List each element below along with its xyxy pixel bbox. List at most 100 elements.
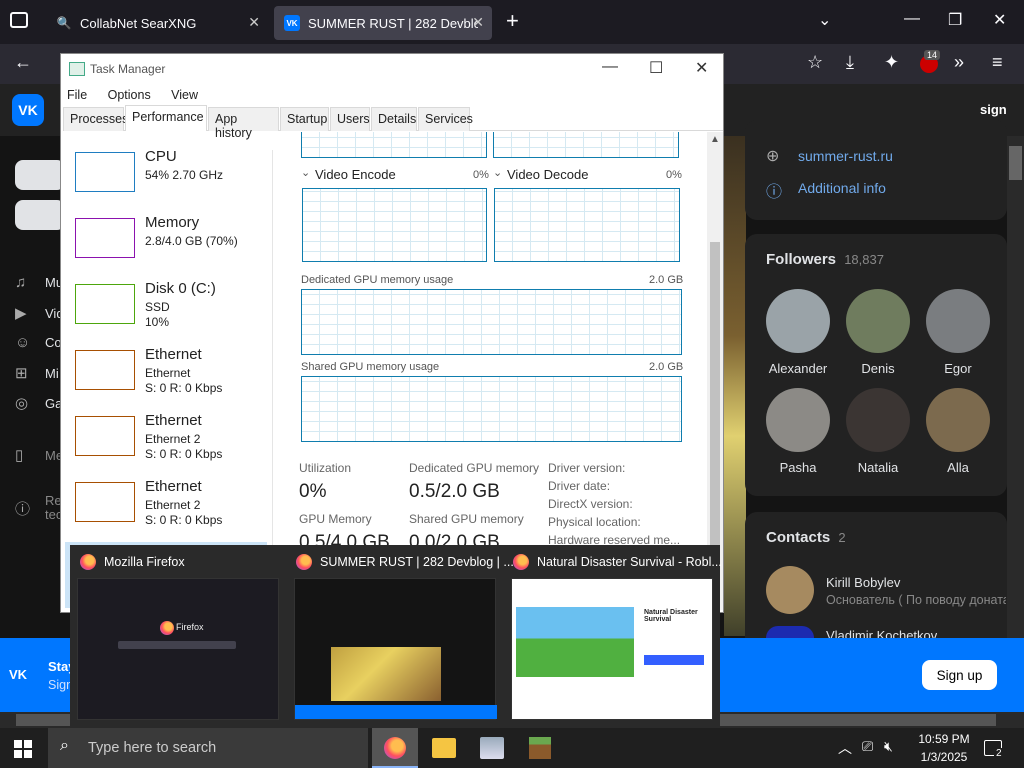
resource-list: CPU 54% 2.70 GHz Memory 2.8/4.0 GB (70%) Dis… xyxy=(61,132,273,612)
scroll-up-icon[interactable]: ▲ xyxy=(710,134,720,145)
tab-performance[interactable]: Performance xyxy=(125,105,207,131)
sidebar-item-games[interactable]: ◎ Ga xyxy=(15,394,62,412)
maximize-icon[interactable]: ☐ xyxy=(649,58,663,78)
overflow-icon[interactable]: » xyxy=(954,52,964,73)
sign-up-button[interactable]: Sign up xyxy=(922,660,997,690)
extensions-icon[interactable]: ✦ xyxy=(884,52,899,73)
tab-searxng[interactable]: 🔍 CollabNet SearXNG ✕ xyxy=(46,6,268,40)
follower-item[interactable]: Egor xyxy=(918,289,998,376)
tab-app-history[interactable]: App history xyxy=(208,107,279,140)
follower-name: Denis xyxy=(861,361,895,376)
sidebar-item-communities[interactable]: ☺ Co xyxy=(15,334,62,351)
taskbar-search-box[interactable]: ⌕ Type here to search xyxy=(48,728,368,768)
resource-ethernet[interactable]: Ethernet Ethernet S: 0 R: 0 Kbps xyxy=(61,344,271,410)
avatar[interactable] xyxy=(766,566,814,614)
taskbar-firefox-button[interactable] xyxy=(372,728,418,768)
firefox-icon xyxy=(160,621,174,635)
phone-icon: ▯ xyxy=(15,447,24,464)
network-icon[interactable]: ⎚ xyxy=(862,738,873,755)
tab-processes[interactable]: Processes xyxy=(63,107,128,131)
clock-time[interactable]: 10:59 PM xyxy=(914,732,974,746)
resource-detail-line: S: 0 R: 0 Kbps xyxy=(145,513,223,527)
bookmark-star-icon[interactable]: ☆ xyxy=(807,52,823,73)
sidebar-button[interactable] xyxy=(15,200,65,230)
followers-title[interactable]: Followers 18,837 xyxy=(766,251,884,268)
resource-ethernet[interactable]: Ethernet Ethernet 2 S: 0 R: 0 Kbps xyxy=(61,410,271,476)
minecraft-icon[interactable] xyxy=(529,737,551,759)
chevron-up-icon[interactable]: ︿ xyxy=(838,738,852,758)
page-scrollbar[interactable] xyxy=(1007,136,1024,638)
follower-item[interactable]: Natalia xyxy=(838,388,918,475)
scrollbar-thumb[interactable] xyxy=(710,242,720,592)
dedicated-memory-graph xyxy=(301,289,682,355)
tab-list-icon[interactable] xyxy=(10,12,28,28)
tab-users[interactable]: Users xyxy=(330,107,370,131)
sidebar-item-video[interactable]: ▶ Vid xyxy=(15,304,64,322)
site-link[interactable]: summer-rust.ru xyxy=(798,148,893,164)
resource-details: Ethernet 2 S: 0 R: 0 Kbps xyxy=(145,432,222,462)
follower-item[interactable]: Pasha xyxy=(758,388,838,475)
preview-thumbnail-firefox[interactable]: Firefox xyxy=(77,578,279,720)
resource-disk-0-c[interactable]: Disk 0 (C:) SSD 10% xyxy=(61,278,271,344)
directx-version-label: DirectX version: xyxy=(548,497,633,511)
menu-icon[interactable]: ≡ xyxy=(992,52,1003,73)
firefox-wordmark: Firefox xyxy=(176,622,204,632)
dedicated-memory-stat-label: Dedicated GPU memory xyxy=(409,461,540,475)
video-encode-label[interactable]: Video Encode xyxy=(315,167,396,182)
preview-title-roblox[interactable]: Natural Disaster Survival - Robl... xyxy=(513,554,722,570)
chevron-down-icon[interactable]: ⌄ xyxy=(493,166,502,179)
sign-in-link[interactable]: sign xyxy=(980,102,1007,117)
follower-item[interactable]: Alexander xyxy=(758,289,838,376)
follower-item[interactable]: Denis xyxy=(838,289,918,376)
volume-muted-icon[interactable]: 🔇︎ xyxy=(884,738,893,755)
contact-name[interactable]: Kirill Bobylev xyxy=(826,575,900,590)
start-button[interactable] xyxy=(14,740,32,758)
restore-icon[interactable]: ❐ xyxy=(948,10,962,30)
avatar xyxy=(846,388,910,452)
contact-name[interactable]: Vladimir Kochetkov xyxy=(826,628,937,638)
preview-title-firefox[interactable]: Mozilla Firefox xyxy=(80,554,185,570)
tab-startup[interactable]: Startup xyxy=(280,107,329,131)
video-decode-label[interactable]: Video Decode xyxy=(507,167,588,182)
sidebar-item-messenger[interactable]: ▯ Me xyxy=(15,446,63,464)
sidebar-item-recommendations[interactable]: ⓘ Re tec xyxy=(15,494,62,522)
file-explorer-icon[interactable] xyxy=(432,738,456,758)
minimize-icon[interactable]: — xyxy=(904,10,920,28)
tab-details[interactable]: Details xyxy=(371,107,417,131)
preview-title-summer-rust[interactable]: SUMMER RUST | 282 Devblog | ... xyxy=(296,554,514,570)
avatar[interactable] xyxy=(766,626,814,638)
menu-file[interactable]: File xyxy=(67,88,87,102)
menu-options[interactable]: Options xyxy=(108,88,151,102)
tab-summer-rust[interactable]: VK SUMMER RUST | 282 Devblog | ✕ xyxy=(274,6,492,40)
close-icon[interactable]: ✕ xyxy=(695,58,708,78)
control-panel-icon[interactable] xyxy=(480,737,504,759)
sidebar-item-music[interactable]: ♫ Mu xyxy=(15,274,63,291)
minimize-icon[interactable]: — xyxy=(602,58,618,76)
tab-services[interactable]: Services xyxy=(418,107,473,131)
downloads-icon[interactable]: ⤓ xyxy=(846,52,854,73)
sidebar-item-miniapps[interactable]: ⊞ Mi xyxy=(15,364,59,382)
resource-ethernet[interactable]: Ethernet Ethernet 2 S: 0 R: 0 Kbps xyxy=(61,476,271,542)
resource-name: Ethernet xyxy=(145,346,202,363)
video-encode-percent: 0% xyxy=(473,169,489,181)
menu-view[interactable]: View xyxy=(171,88,198,102)
scrollbar-thumb[interactable] xyxy=(1009,146,1022,180)
resource-cpu[interactable]: CPU 54% 2.70 GHz xyxy=(61,146,271,212)
back-icon[interactable]: ← xyxy=(14,52,32,73)
preview-thumbnail-summer-rust[interactable] xyxy=(294,578,497,720)
follower-item[interactable]: Alla xyxy=(918,388,998,475)
contacts-title[interactable]: Contacts 2 xyxy=(766,529,846,546)
resource-memory[interactable]: Memory 2.8/4.0 GB (70%) xyxy=(61,212,271,278)
close-window-icon[interactable]: ✕ xyxy=(993,10,1006,30)
list-all-tabs-icon[interactable]: ⌄ xyxy=(818,10,831,30)
preview-thumbnail-roblox[interactable]: Natural Disaster Survival xyxy=(511,578,713,720)
close-tab-icon[interactable]: ✕ xyxy=(472,14,484,31)
additional-info-link[interactable]: Additional info xyxy=(798,180,886,196)
community-photo xyxy=(724,136,746,636)
clock-date[interactable]: 1/3/2025 xyxy=(914,750,974,764)
chevron-down-icon[interactable]: ⌄ xyxy=(301,166,310,179)
sidebar-button[interactable] xyxy=(15,160,65,190)
vk-logo[interactable]: VK xyxy=(12,94,44,126)
new-tab-button[interactable]: + xyxy=(506,8,519,34)
close-tab-icon[interactable]: ✕ xyxy=(248,14,260,31)
